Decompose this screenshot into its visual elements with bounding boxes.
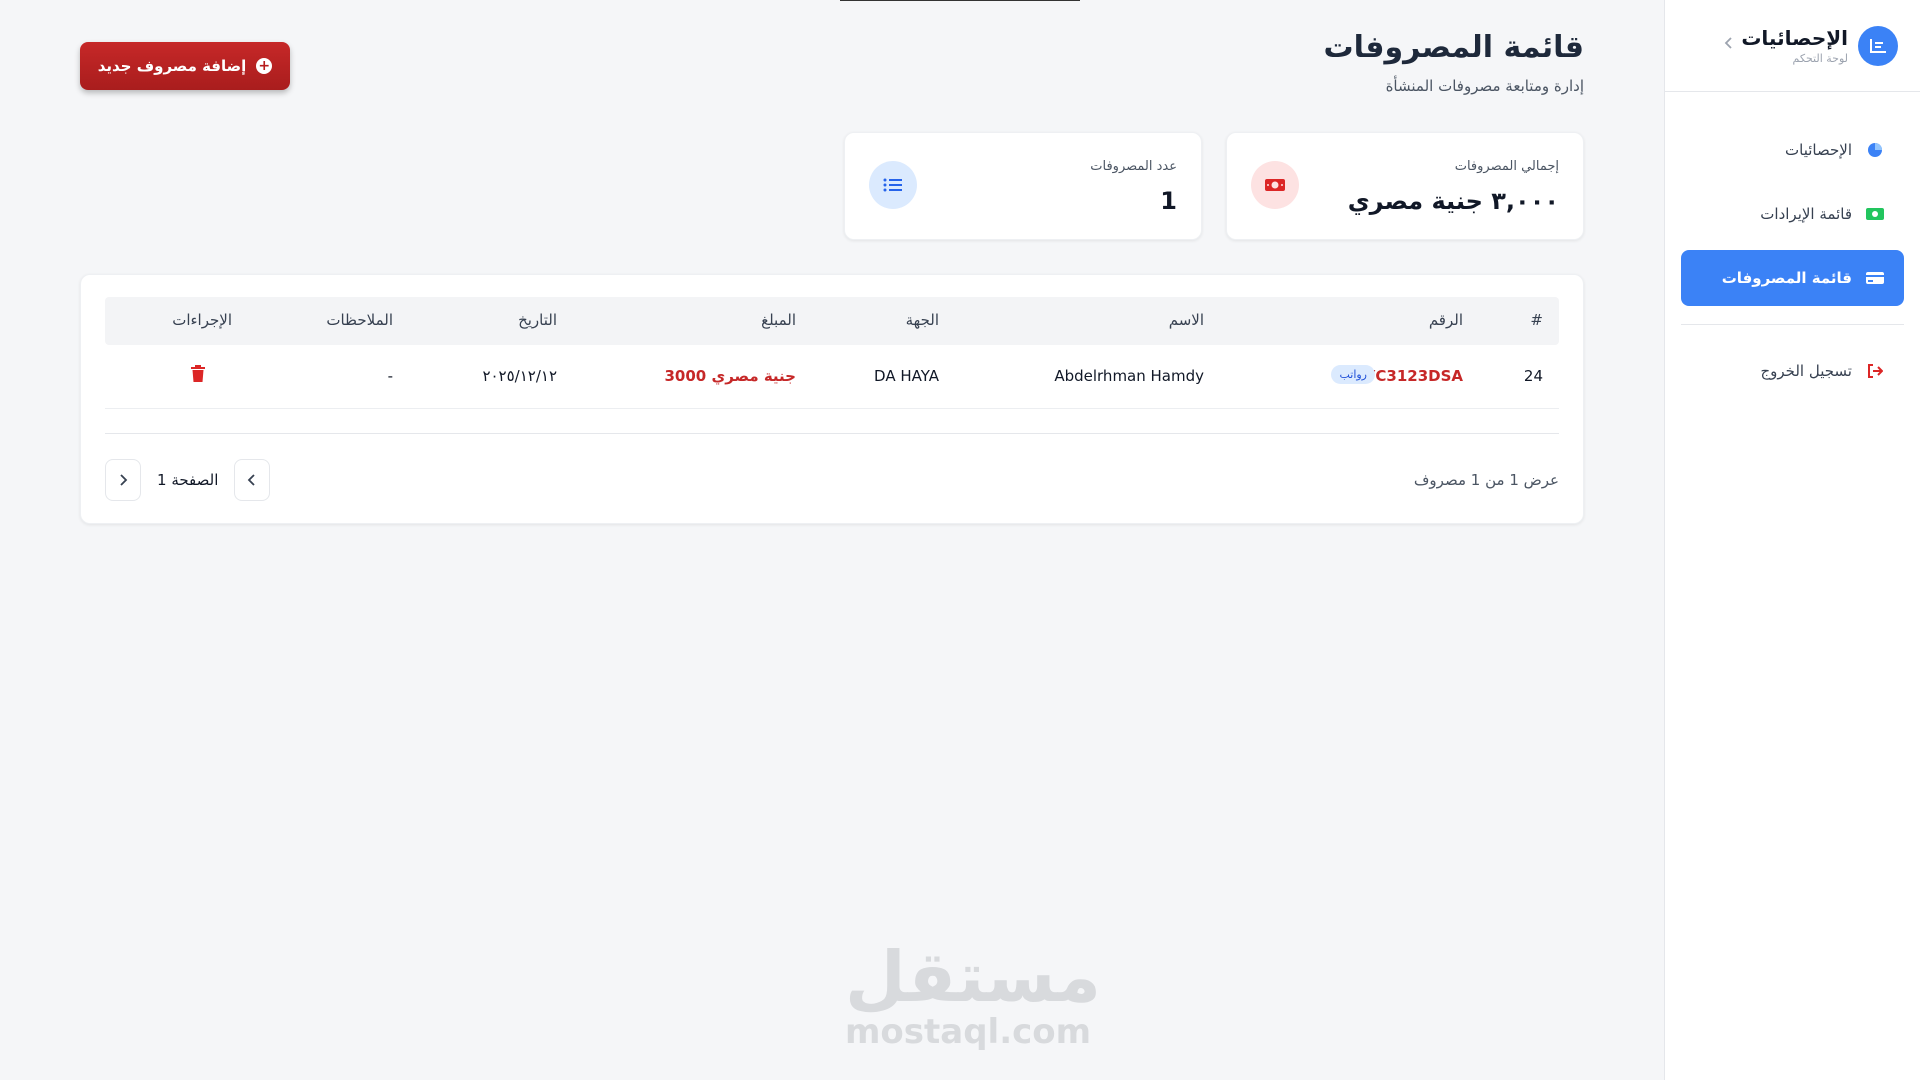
table-header: # الرقم الاسم الجهة المبلغ التاريخ الملا… [105, 297, 1559, 345]
previous-page-button[interactable] [234, 459, 271, 501]
cell-number: VC3123DSA [1363, 367, 1463, 385]
brand: الإحصائيات لوحة التحكم [1741, 26, 1848, 65]
col-amount: المبلغ [761, 311, 796, 329]
sidebar-divider [1681, 324, 1904, 325]
brand-title: الإحصائيات [1741, 26, 1848, 50]
col-number: الرقم [1428, 311, 1463, 329]
sidebar-nav: الإحصائيات قائمة الإيرادات قائمة المصروف… [1665, 92, 1920, 399]
brand-subtitle: لوحة التحكم [1792, 52, 1848, 65]
col-notes: الملاحظات [326, 311, 393, 329]
page-header: قائمة المصروفات إدارة ومتابعة مصروفات ال… [1323, 30, 1584, 95]
cell-date: ٢٠٢٥/١٢/١٢ [482, 367, 557, 385]
money-icon [1866, 205, 1884, 223]
cell-notes: - [387, 367, 393, 385]
sidebar-item-expenses[interactable]: قائمة المصروفات [1681, 250, 1904, 306]
dashboard-logo-icon [1858, 25, 1898, 66]
pagination: الصفحة 1 [105, 459, 271, 501]
col-date: التاريخ [518, 311, 557, 329]
logout-label: تسجيل الخروج [1760, 362, 1852, 380]
next-page-button[interactable] [105, 459, 141, 501]
expenses-count-value: 1 [1160, 187, 1177, 215]
chevron-right-icon [120, 474, 128, 486]
plus-circle-icon: + [256, 58, 273, 74]
page-label: الصفحة 1 [157, 471, 219, 489]
chevron-left-icon[interactable] [1723, 34, 1735, 55]
money-icon [1251, 161, 1299, 209]
page-subtitle: إدارة ومتابعة مصروفات المنشأة [1385, 77, 1584, 95]
results-count: عرض 1 من 1 مصروف [1413, 471, 1559, 489]
cell-amount: 3000 جنية مصري [664, 367, 796, 385]
expenses-count-card: عدد المصروفات 1 [844, 132, 1202, 240]
col-index: # [1530, 311, 1543, 329]
expenses-table-card: # الرقم الاسم الجهة المبلغ التاريخ الملا… [80, 274, 1584, 524]
col-actions: الإجراءات [172, 311, 232, 329]
logout-icon [1866, 362, 1884, 380]
watermark-arabic: مستقل [845, 936, 1102, 1018]
add-expense-label: إضافة مصروف جديد [97, 57, 247, 75]
chevron-left-icon [248, 474, 256, 486]
sidebar-item-label: قائمة الإيرادات [1760, 205, 1852, 223]
total-expenses-card: إجمالي المصروفات ٣,٠٠٠ جنية مصري [1226, 132, 1584, 240]
table-footer-divider [105, 433, 1559, 434]
top-progress-line [840, 0, 1080, 1]
sidebar-item-statistics[interactable]: الإحصائيات [1681, 122, 1904, 178]
sidebar-item-revenues[interactable]: قائمة الإيرادات [1681, 186, 1904, 242]
watermark: مستقل mostaql.com [845, 936, 1102, 1052]
trash-icon[interactable] [191, 365, 205, 386]
category-badge: رواتب [1331, 365, 1375, 384]
col-name: الاسم [1168, 311, 1204, 329]
total-expenses-label: إجمالي المصروفات [1454, 159, 1559, 174]
cell-index: 24 [1523, 367, 1543, 385]
pie-chart-icon [1866, 141, 1884, 159]
sidebar-header: الإحصائيات لوحة التحكم [1665, 0, 1920, 92]
total-expenses-value: ٣,٠٠٠ جنية مصري [1347, 187, 1559, 215]
page-title: قائمة المصروفات [1323, 30, 1584, 65]
cell-party: DA HAYA [874, 367, 939, 385]
credit-card-icon [1866, 269, 1884, 287]
sidebar: الإحصائيات لوحة التحكم الإحصائيات قائمة … [1664, 0, 1920, 1080]
expenses-count-label: عدد المصروفات [1090, 159, 1177, 174]
sidebar-item-label: قائمة المصروفات [1721, 269, 1852, 287]
watermark-latin: mostaql.com [845, 1012, 1092, 1052]
cell-name: Abdelrhman Hamdy [1054, 367, 1204, 385]
list-icon [869, 161, 917, 209]
col-party: الجهة [905, 311, 939, 329]
add-expense-button[interactable]: إضافة مصروف جديد + [80, 42, 290, 90]
table-row: 24 VC3123DSA رواتب Abdelrhman Hamdy DA H… [105, 345, 1559, 409]
sidebar-item-label: الإحصائيات [1785, 141, 1852, 159]
logout-button[interactable]: تسجيل الخروج [1681, 343, 1904, 399]
